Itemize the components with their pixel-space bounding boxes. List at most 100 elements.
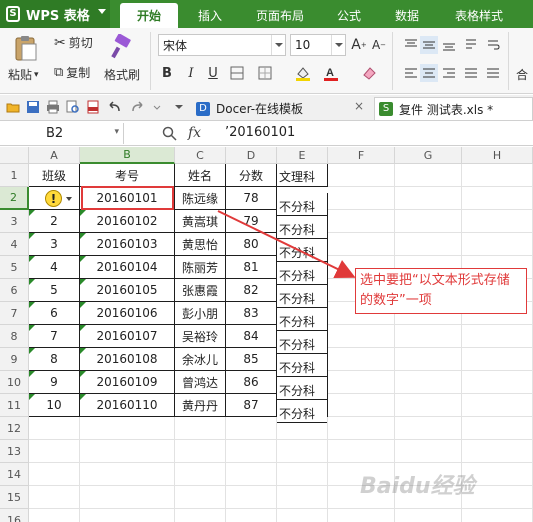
zoom-search-icon[interactable] bbox=[162, 126, 178, 142]
align-center-icon[interactable] bbox=[420, 64, 438, 82]
cell-f11[interactable] bbox=[328, 394, 395, 417]
cell-b15[interactable] bbox=[80, 486, 175, 509]
cell-c14[interactable] bbox=[175, 463, 226, 486]
row-header-11[interactable]: 11 bbox=[0, 394, 29, 417]
cell-d9[interactable]: 85 bbox=[226, 348, 277, 371]
row-header-14[interactable]: 14 bbox=[0, 463, 29, 486]
cell-e12[interactable] bbox=[277, 417, 328, 440]
doc-tab-docer[interactable]: D Docer-在线模板 × bbox=[192, 97, 372, 120]
cell-a8[interactable]: 7 bbox=[29, 325, 80, 348]
row-header-4[interactable]: 4 bbox=[0, 233, 29, 256]
align-middle-icon[interactable] bbox=[420, 36, 438, 54]
cell-g11[interactable] bbox=[395, 394, 462, 417]
doc-tab-workbook[interactable]: S 复件 测试表.xls * bbox=[374, 97, 533, 120]
column-header-b[interactable]: B bbox=[80, 147, 175, 164]
name-box[interactable]: B2 ▾ bbox=[0, 123, 124, 144]
clear-format-icon[interactable] bbox=[360, 64, 378, 82]
cell-c3[interactable]: 黄嵩琪 bbox=[175, 210, 226, 233]
font-size-select[interactable]: 10 bbox=[290, 34, 346, 56]
cell-d5[interactable]: 81 bbox=[226, 256, 277, 279]
print-preview-icon[interactable] bbox=[66, 100, 80, 114]
row-header-13[interactable]: 13 bbox=[0, 440, 29, 463]
error-check-warning-icon[interactable]: ! bbox=[45, 190, 62, 207]
cell-d6[interactable]: 82 bbox=[226, 279, 277, 302]
row-header-12[interactable]: 12 bbox=[0, 417, 29, 440]
cell-h10[interactable] bbox=[462, 371, 533, 394]
strikethrough-icon[interactable] bbox=[228, 64, 246, 82]
row-header-8[interactable]: 8 bbox=[0, 325, 29, 348]
cell-c13[interactable] bbox=[175, 440, 226, 463]
row-header-10[interactable]: 10 bbox=[0, 371, 29, 394]
cell-c8[interactable]: 吴裕玲 bbox=[175, 325, 226, 348]
cell-d1[interactable]: 分数 bbox=[226, 164, 277, 187]
cell-a3[interactable]: 2 bbox=[29, 210, 80, 233]
font-color-icon[interactable]: A bbox=[322, 64, 340, 82]
distribute-icon[interactable] bbox=[484, 64, 502, 82]
cell-b9[interactable]: 20160108 bbox=[80, 348, 175, 371]
cut-button[interactable]: ✂ 剪切 bbox=[54, 34, 93, 51]
cell-d2[interactable]: 78 bbox=[226, 187, 277, 210]
fill-color-icon[interactable] bbox=[294, 64, 312, 82]
cell-g10[interactable] bbox=[395, 371, 462, 394]
cell-b11[interactable]: 20160110 bbox=[80, 394, 175, 417]
cell-a7[interactable]: 6 bbox=[29, 302, 80, 325]
cell-f16[interactable] bbox=[328, 509, 395, 522]
cell-b14[interactable] bbox=[80, 463, 175, 486]
cell-d12[interactable] bbox=[226, 417, 277, 440]
cell-e14[interactable] bbox=[277, 463, 328, 486]
cell-f10[interactable] bbox=[328, 371, 395, 394]
cell-a10[interactable]: 9 bbox=[29, 371, 80, 394]
cell-b8[interactable]: 20160107 bbox=[80, 325, 175, 348]
align-right-icon[interactable] bbox=[440, 64, 458, 82]
tab-data[interactable]: 数据 bbox=[384, 3, 430, 28]
cell-d16[interactable] bbox=[226, 509, 277, 522]
align-left-icon[interactable] bbox=[402, 64, 420, 82]
cell-g2[interactable] bbox=[395, 187, 462, 210]
copy-button[interactable]: ⧉ 复制 bbox=[54, 64, 90, 81]
cell-c16[interactable] bbox=[175, 509, 226, 522]
tab-table-style[interactable]: 表格样式 bbox=[444, 3, 514, 28]
row-header-15[interactable]: 15 bbox=[0, 486, 29, 509]
cell-b13[interactable] bbox=[80, 440, 175, 463]
grow-font-icon[interactable]: A + bbox=[350, 36, 368, 54]
cell-d15[interactable] bbox=[226, 486, 277, 509]
bold-button[interactable]: B bbox=[158, 64, 176, 82]
cell-b10[interactable]: 20160109 bbox=[80, 371, 175, 394]
column-header-f[interactable]: F bbox=[328, 147, 395, 164]
cell-a4[interactable]: 3 bbox=[29, 233, 80, 256]
cell-e4[interactable]: 不分科 bbox=[277, 239, 328, 262]
save-icon[interactable] bbox=[26, 100, 40, 114]
cell-d3[interactable]: 79 bbox=[226, 210, 277, 233]
cell-h8[interactable] bbox=[462, 325, 533, 348]
cell-a12[interactable] bbox=[29, 417, 80, 440]
paste-button[interactable]: 粘贴 ▾ bbox=[8, 66, 39, 83]
align-bottom-icon[interactable] bbox=[440, 36, 458, 54]
cell-d4[interactable]: 80 bbox=[226, 233, 277, 256]
cell-c15[interactable] bbox=[175, 486, 226, 509]
cell-h1[interactable] bbox=[462, 164, 533, 187]
insert-function-button[interactable]: fx bbox=[188, 125, 201, 141]
cell-h13[interactable] bbox=[462, 440, 533, 463]
cell-f8[interactable] bbox=[328, 325, 395, 348]
cell-b6[interactable]: 20160105 bbox=[80, 279, 175, 302]
cell-e8[interactable]: 不分科 bbox=[277, 331, 328, 354]
row-header-16[interactable]: 16 bbox=[0, 509, 29, 522]
cell-g4[interactable] bbox=[395, 233, 462, 256]
merge-button[interactable]: 合 bbox=[516, 66, 528, 83]
cell-f2[interactable] bbox=[328, 187, 395, 210]
cell-h3[interactable] bbox=[462, 210, 533, 233]
cell-c12[interactable] bbox=[175, 417, 226, 440]
row-header-5[interactable]: 5 bbox=[0, 256, 29, 279]
cell-g1[interactable] bbox=[395, 164, 462, 187]
cell-g3[interactable] bbox=[395, 210, 462, 233]
wrap-text-icon[interactable] bbox=[484, 36, 502, 54]
cell-e1[interactable]: 文理科 bbox=[277, 164, 328, 187]
cell-c10[interactable]: 曾鸿达 bbox=[175, 371, 226, 394]
row-header-1[interactable]: 1 bbox=[0, 164, 29, 187]
justify-icon[interactable] bbox=[462, 64, 480, 82]
text-direction-icon[interactable] bbox=[462, 36, 480, 54]
close-icon[interactable]: × bbox=[354, 99, 364, 113]
tab-page-layout[interactable]: 页面布局 bbox=[245, 3, 315, 28]
cell-e15[interactable] bbox=[277, 486, 328, 509]
shrink-font-icon[interactable]: A − bbox=[370, 36, 388, 54]
